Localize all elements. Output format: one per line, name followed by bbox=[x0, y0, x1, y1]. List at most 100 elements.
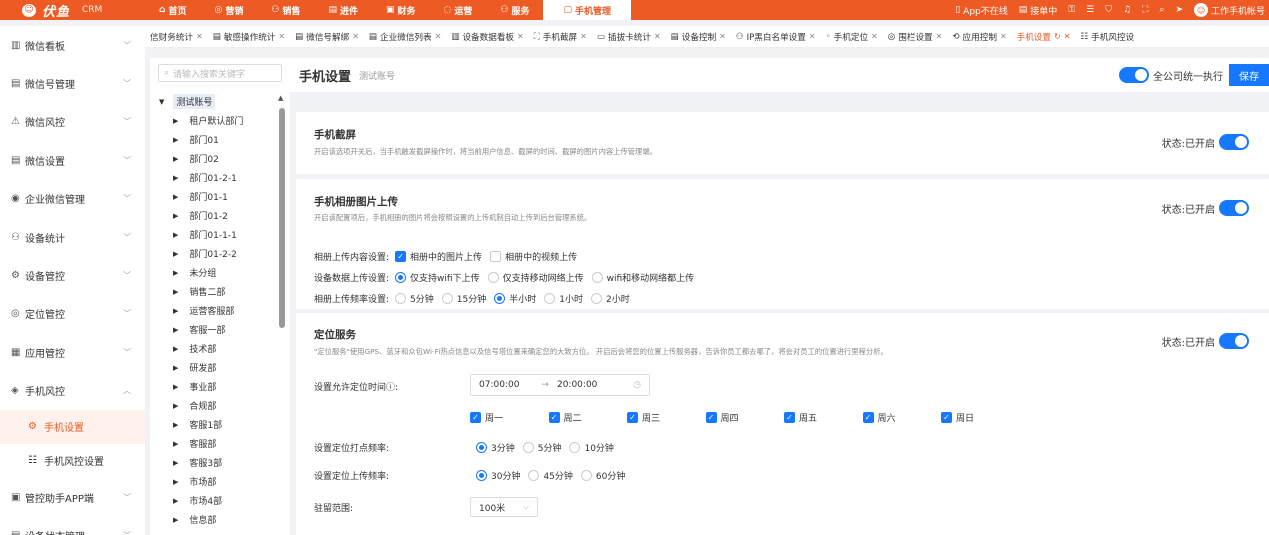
tab-10[interactable]: ◎ 围栏设置 ✕ bbox=[883, 26, 948, 47]
nav-item-3[interactable]: ▤ 进件 bbox=[314, 0, 372, 20]
time-range-picker[interactable]: 07:00:00 → 20:00:00 ◷ bbox=[470, 374, 650, 396]
option-location-upload_opts-0[interactable]: 30分钟 bbox=[476, 469, 520, 482]
nav-item-2[interactable]: ⚇ 销售 bbox=[257, 0, 314, 20]
tree-node[interactable]: ▶ 合规部 bbox=[150, 396, 278, 415]
close-icon[interactable]: ✕ bbox=[435, 32, 442, 41]
sidebar-item-8[interactable]: ▦ 应用管控 ﹀ bbox=[0, 333, 145, 371]
tree-scrollbar[interactable]: ▲ bbox=[278, 94, 286, 534]
sidebar-item-5[interactable]: ⚇ 设备统计 ﹀ bbox=[0, 218, 145, 256]
radio[interactable] bbox=[590, 293, 602, 304]
close-icon[interactable]: ✕ bbox=[936, 32, 943, 41]
tree-node[interactable]: ▶ 市场4部 bbox=[150, 491, 278, 510]
option-location-punch_opts-0[interactable]: 3分钟 bbox=[476, 441, 515, 454]
option-album-freq_opts-3[interactable]: 1小时 bbox=[544, 292, 583, 305]
nav-item-1[interactable]: ◎ 营销 bbox=[200, 0, 257, 20]
close-icon[interactable]: ✕ bbox=[1064, 32, 1071, 41]
option-album-network_opts-1[interactable]: 仅支持移动网络上传 bbox=[487, 271, 584, 284]
tree-node[interactable]: ▶ 客服1部 bbox=[150, 415, 278, 434]
sidebar-item-9[interactable]: ◈ 手机风控 ︿ bbox=[0, 372, 145, 410]
weekday-option-2[interactable]: ✓ 周三 bbox=[627, 411, 706, 424]
sidebar-item-6[interactable]: ⚙ 设备管控 ﹀ bbox=[0, 256, 145, 294]
tab-11[interactable]: ⟲ 应用控制 ✕ bbox=[947, 26, 1011, 47]
tab-2[interactable]: ▤ 微信号解绑 ✕ bbox=[290, 26, 364, 47]
send-icon[interactable]: ➤ bbox=[1175, 5, 1183, 15]
checkbox[interactable]: ✓ bbox=[862, 412, 874, 423]
close-icon[interactable]: ✕ bbox=[196, 32, 203, 41]
lock-icon[interactable]: ⚿ bbox=[1068, 5, 1075, 15]
checkbox[interactable]: ✓ bbox=[548, 412, 560, 423]
nav-item-5[interactable]: ◌ 运营 bbox=[430, 0, 487, 20]
radio[interactable] bbox=[522, 442, 534, 453]
close-icon[interactable]: ✕ bbox=[580, 32, 587, 41]
radio[interactable] bbox=[395, 293, 407, 304]
tab-12[interactable]: 手机设置 ↻ ✕ bbox=[1012, 26, 1076, 47]
sidebar-item-3[interactable]: ▤ 微信设置 ﹀ bbox=[0, 141, 145, 179]
checkbox[interactable] bbox=[490, 251, 502, 262]
stay-range-select[interactable]: 100米 ⌵ bbox=[470, 497, 538, 517]
sidebar-item-1[interactable]: ▤ 微信号管理 ﹀ bbox=[0, 64, 145, 102]
tree-node[interactable]: ▶ 部门01-1-1 bbox=[150, 225, 278, 244]
option-album-network_opts-2[interactable]: wifi和移动网络都上传 bbox=[591, 271, 694, 284]
option-album-freq_opts-0[interactable]: 5分钟 bbox=[395, 292, 434, 305]
tab-6[interactable]: ▭ 插拔卡统计 ✕ bbox=[592, 26, 666, 47]
order-status[interactable]: ▤ 接单中 bbox=[1019, 4, 1058, 17]
sidebar-item-0[interactable]: ▥ 微信看板 ﹀ bbox=[0, 26, 145, 64]
close-icon[interactable]: ✕ bbox=[278, 32, 285, 41]
tab-0[interactable]: 信财务统计 ✕ bbox=[145, 26, 208, 47]
tree-node[interactable]: ▶ 技术部 bbox=[150, 339, 278, 358]
option-album-freq_opts-2[interactable]: 半小时 bbox=[494, 292, 536, 305]
tree-node[interactable]: ▶ 部门01-2 bbox=[150, 206, 278, 225]
radio[interactable] bbox=[476, 442, 487, 453]
search-icon[interactable]: ⌕ bbox=[1159, 5, 1164, 15]
account-menu[interactable]: ☺ 工作手机帐号 bbox=[1193, 3, 1265, 17]
close-icon[interactable]: ✕ bbox=[871, 32, 878, 41]
tree-node[interactable]: ▶ 信息部 bbox=[150, 510, 278, 529]
sidebar-subitem-0[interactable]: ⚙ 手机设置 bbox=[0, 409, 145, 444]
tree-node[interactable]: ▶ 事业部 bbox=[150, 377, 278, 396]
checkbox[interactable]: ✓ bbox=[627, 412, 638, 423]
tab-5[interactable]: ⛶ 手机截屏 ✕ bbox=[529, 26, 592, 47]
tree-node[interactable]: ▶ 市场部 bbox=[150, 472, 278, 491]
tab-4[interactable]: ▥ 设备数据看板 ✕ bbox=[446, 26, 528, 47]
tree-node[interactable]: ▶ 部门01-1 bbox=[150, 187, 278, 206]
tab-3[interactable]: ▤ 企业微信列表 ✕ bbox=[364, 26, 446, 47]
scroll-thumb[interactable] bbox=[279, 108, 285, 328]
tree-node[interactable]: ▶ 客服部 bbox=[150, 434, 278, 453]
tab-7[interactable]: ▤ 设备控制 ✕ bbox=[666, 26, 731, 47]
radio[interactable] bbox=[476, 470, 487, 481]
sidebar-item-7[interactable]: ◎ 定位管控 ﹀ bbox=[0, 295, 145, 333]
checkbox[interactable]: ✓ bbox=[784, 412, 795, 423]
tab-9[interactable]: ◦ 手机定位 ✕ bbox=[821, 26, 883, 47]
tree-node[interactable]: ▶ 部门02 bbox=[150, 149, 278, 168]
weekday-option-4[interactable]: ✓ 周五 bbox=[784, 411, 863, 424]
tab-8[interactable]: ⚇ IP黑白名单设置 ✕ bbox=[731, 26, 821, 47]
weekday-option-0[interactable]: ✓ 周一 bbox=[470, 411, 549, 424]
option-album-content_opts-1[interactable]: 相册中的视频上传 bbox=[490, 250, 577, 263]
scroll-up-icon[interactable]: ▲ bbox=[278, 94, 283, 102]
tree-node[interactable]: ▶ 租户默认部门 bbox=[150, 111, 278, 130]
weekday-option-1[interactable]: ✓ 周二 bbox=[548, 411, 628, 424]
tree-search-input[interactable]: ⌕ 请输入搜索关键字 bbox=[158, 64, 282, 82]
radio[interactable] bbox=[395, 272, 407, 283]
sidebar-bottom-item-0[interactable]: ▣ 管控助手APP端 ﹀ bbox=[0, 478, 145, 516]
close-icon[interactable]: ✕ bbox=[1000, 32, 1007, 41]
close-icon[interactable]: ✕ bbox=[517, 32, 524, 41]
close-icon[interactable]: ✕ bbox=[654, 32, 661, 41]
shirt-icon[interactable]: ⛉ bbox=[1105, 5, 1112, 15]
weekday-option-3[interactable]: ✓ 周四 bbox=[705, 411, 785, 424]
refresh-icon[interactable]: ↻ bbox=[1054, 32, 1061, 41]
tree-root[interactable]: ▼ 测试账号 bbox=[150, 92, 278, 111]
nav-item-0[interactable]: ⌂ 首页 bbox=[145, 0, 200, 20]
option-album-freq_opts-1[interactable]: 15分钟 bbox=[441, 292, 486, 305]
close-icon[interactable]: ✕ bbox=[352, 32, 359, 41]
brand-logo[interactable]: ☺ 伏鱼 CRM bbox=[0, 0, 145, 20]
tree-node[interactable]: ▶ 运营客服部 bbox=[150, 301, 278, 320]
translate-icon[interactable]: ☰ bbox=[1086, 5, 1094, 15]
radio[interactable] bbox=[580, 470, 592, 481]
screenshot-toggle[interactable] bbox=[1219, 134, 1249, 150]
radio[interactable] bbox=[487, 272, 499, 283]
radio[interactable] bbox=[528, 470, 540, 481]
checkbox[interactable]: ✓ bbox=[941, 412, 952, 423]
nav-item-6[interactable]: ⚇ 服务 bbox=[486, 0, 543, 20]
option-location-upload_opts-2[interactable]: 60分钟 bbox=[580, 469, 625, 482]
